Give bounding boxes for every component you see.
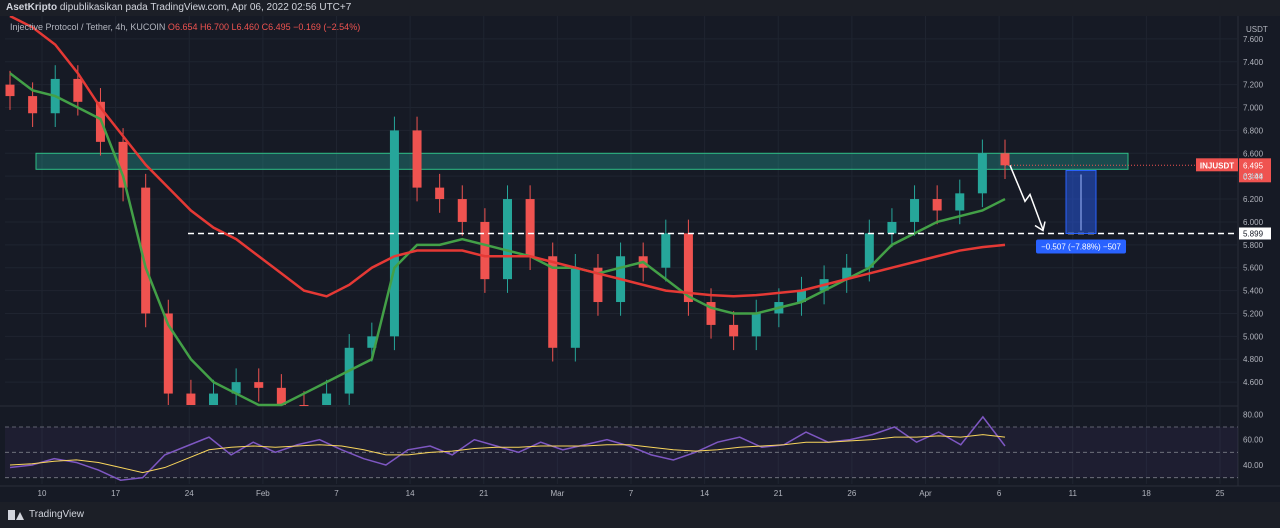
time-tick-label: 6	[997, 489, 1002, 498]
price-pane-bg	[0, 16, 1238, 406]
chart-area[interactable]: −0.507 (−7.88%) −507 INJUSDT 6.495 03:44 5.8…	[0, 14, 1280, 502]
symbol-badge: INJUSDT	[1200, 161, 1234, 170]
price-tick-label: 7.400	[1243, 58, 1264, 67]
brand-name: TradingView	[29, 509, 85, 520]
candle-body	[503, 199, 512, 280]
footer: TradingView	[0, 502, 1280, 528]
candle-body	[910, 199, 920, 222]
price-tick-label: 6.000	[1243, 218, 1264, 227]
symbol-legend: Injective Protocol / Tether, 4h, KUCOIN …	[10, 22, 360, 32]
price-badge: 6.495	[1243, 161, 1264, 170]
candle-body	[729, 324, 739, 337]
close-value: 6.495	[268, 22, 291, 32]
price-tick-label: 4.800	[1243, 355, 1264, 364]
candle-body	[186, 393, 196, 405]
price-tick-label: 4.600	[1243, 378, 1264, 387]
open-label: O	[167, 22, 175, 32]
time-tick-label: 21	[479, 489, 488, 498]
price-tick-label: 5.800	[1243, 241, 1264, 250]
time-tick-label: 17	[111, 489, 120, 498]
price-tick-label: 6.600	[1243, 149, 1264, 158]
time-tick-label: Apr	[919, 489, 932, 498]
candle-body	[525, 199, 535, 257]
time-tick-label: 21	[774, 489, 783, 498]
currency-label: USDT	[1246, 25, 1268, 34]
open-value: 6.654	[174, 22, 198, 32]
candle-body	[457, 199, 467, 222]
time-tick-label: 25	[1216, 489, 1225, 498]
publication-header: AsetKripto dipublikasikan pada TradingVi…	[0, 0, 1280, 16]
time-tick-label: 18	[1142, 489, 1151, 498]
time-tick-label: 11	[1069, 489, 1078, 498]
candle-body	[412, 130, 422, 188]
candle-body	[28, 96, 38, 114]
candle-body	[480, 221, 490, 280]
rsi-tick-label: 40.00	[1243, 461, 1264, 470]
price-tick-label: 5.200	[1243, 309, 1264, 318]
time-tick-label: 7	[629, 489, 634, 498]
candle-body	[299, 405, 309, 406]
candle-body	[977, 153, 987, 194]
candle-body	[570, 267, 580, 348]
time-tick-label: 14	[700, 489, 709, 498]
candle-body	[5, 84, 15, 97]
candle-body	[1000, 153, 1010, 166]
resistance-zone-rect	[35, 152, 1129, 170]
candle-body	[955, 193, 965, 211]
symbol-text: Injective Protocol / Tether, 4h, KUCOIN	[10, 22, 166, 32]
candle-body	[73, 78, 83, 102]
time-tick-label: 14	[406, 489, 415, 498]
candle-body	[751, 313, 761, 337]
price-tick-label: 5.000	[1243, 332, 1264, 341]
candle-body	[661, 233, 671, 268]
candle-body	[435, 187, 445, 200]
candle-body	[932, 199, 942, 211]
time-axis: 10 17 24 Feb 7 14 21 Mar 7 14 21 26 Apr 6 11 18 25	[38, 489, 1225, 498]
price-tick-label: 6.400	[1243, 172, 1264, 181]
candle-body	[548, 256, 558, 348]
low-value: 6.460	[236, 22, 260, 32]
price-tick-label: 7.200	[1243, 81, 1264, 90]
price-tick-label: 6.800	[1243, 126, 1264, 135]
time-tick-label: 10	[38, 489, 47, 498]
price-tick-label: 5.400	[1243, 287, 1264, 296]
price-chart-svg[interactable]: −0.507 (−7.88%) −507INJUSDT 6.49503:445.8…	[0, 14, 1280, 502]
resistance-zone	[35, 152, 1129, 170]
change-value: −0.169 (−2.54%)	[293, 22, 361, 32]
candle-body	[254, 382, 264, 388]
author-name: AsetKripto	[6, 2, 58, 13]
target-badge: 5.899	[1243, 229, 1264, 238]
time-tick-label: 24	[185, 489, 194, 498]
rsi-tick-label: 60.00	[1243, 436, 1264, 445]
price-tick-label: 7.000	[1243, 104, 1264, 113]
price-tick-label: 5.600	[1243, 264, 1264, 273]
tradingview-logo-icon	[8, 509, 24, 520]
published-text: dipublikasikan pada TradingView.com, Apr…	[59, 2, 352, 13]
candle-body	[322, 393, 332, 405]
candle-body	[864, 233, 874, 268]
time-tick-label: Feb	[256, 489, 270, 498]
price-tick-label: 7.600	[1243, 35, 1264, 44]
time-tick-label: 26	[847, 489, 856, 498]
candle-body	[209, 393, 219, 405]
candle-body	[887, 221, 897, 234]
price-tick-label: 6.200	[1243, 195, 1264, 204]
measure-label: −0.507 (−7.88%) −507	[1041, 242, 1121, 251]
time-tick-label: 7	[334, 489, 339, 498]
time-tick-label: Mar	[550, 489, 564, 498]
rsi-tick-label: 80.00	[1243, 410, 1264, 419]
high-value: 6.700	[206, 22, 230, 32]
tradingview-logo[interactable]: TradingView	[8, 509, 84, 520]
